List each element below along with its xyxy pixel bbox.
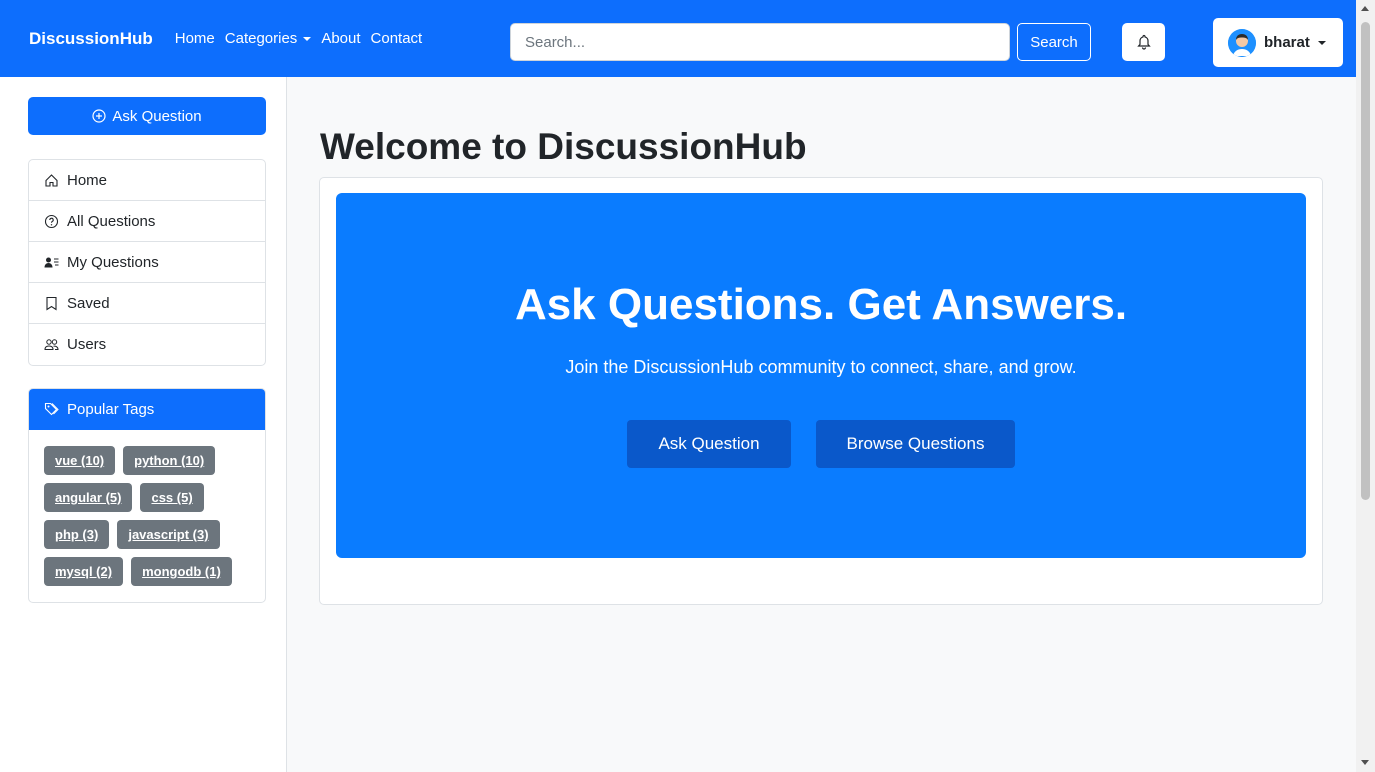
page-title: Welcome to DiscussionHub: [320, 126, 807, 167]
bell-icon: [1136, 34, 1151, 50]
hero-ask-question-button[interactable]: Ask Question: [627, 420, 791, 468]
popular-tags-card: Popular Tags vue (10) python (10) angula…: [28, 388, 266, 603]
sidebar-item-saved[interactable]: Saved: [29, 283, 265, 324]
tag-mysql[interactable]: mysql (2): [44, 557, 124, 586]
person-lines-icon: [44, 255, 59, 270]
sidebar-item-label: Saved: [67, 294, 110, 312]
nav-links: Home Categories About Contact: [175, 30, 422, 47]
popular-tags-title: Popular Tags: [67, 401, 155, 418]
scrollbar-thumb[interactable]: [1361, 22, 1370, 500]
user-menu-button[interactable]: bharat: [1213, 18, 1343, 67]
scroll-down-arrow-icon[interactable]: [1361, 760, 1369, 765]
ask-question-label: Ask Question: [112, 107, 202, 125]
browse-questions-button[interactable]: Browse Questions: [816, 420, 1015, 468]
tags-icon: [44, 402, 59, 417]
plus-circle-icon: [92, 109, 106, 123]
sidebar-item-all-questions[interactable]: All Questions: [29, 201, 265, 242]
question-circle-icon: [44, 214, 59, 229]
ask-question-button[interactable]: Ask Question: [28, 97, 266, 135]
nav-link-about[interactable]: About: [321, 30, 360, 47]
tag-mongodb[interactable]: mongodb (1): [131, 557, 232, 586]
sidebar-item-users[interactable]: Users: [29, 324, 265, 365]
sidebar-item-label: My Questions: [67, 253, 159, 271]
tag-javascript[interactable]: javascript (3): [117, 520, 220, 549]
sidebar-item-label: Users: [67, 336, 107, 353]
page-scrollbar[interactable]: [1356, 0, 1375, 772]
hero-banner: Ask Questions. Get Answers. Join the Dis…: [336, 193, 1306, 558]
tag-css[interactable]: css (5): [140, 483, 204, 512]
house-icon: [44, 173, 59, 188]
notifications-button[interactable]: [1122, 23, 1165, 61]
nav-link-home[interactable]: Home: [175, 30, 215, 47]
hero-title: Ask Questions. Get Answers.: [514, 280, 1128, 329]
chevron-down-icon: [1317, 40, 1326, 45]
tag-python[interactable]: python (10): [123, 446, 216, 475]
nav-link-categories-label: Categories: [224, 30, 298, 47]
tag-angular[interactable]: angular (5): [44, 483, 133, 512]
sidebar-menu: Home All Questions My Questions Saved Us…: [28, 159, 266, 366]
brand-logo[interactable]: DiscussionHub: [29, 29, 153, 49]
sidebar: Ask Question Home All Questions My Quest…: [0, 77, 287, 772]
nav-link-categories[interactable]: Categories: [225, 30, 312, 47]
sidebar-item-label: Home: [67, 171, 108, 189]
nav-link-contact[interactable]: Contact: [371, 30, 423, 47]
hero-subtitle: Join the DiscussionHub community to conn…: [565, 357, 1077, 377]
tag-vue[interactable]: vue (10): [44, 446, 116, 475]
sidebar-item-home[interactable]: Home: [29, 160, 265, 201]
scroll-up-arrow-icon[interactable]: [1361, 6, 1369, 11]
sidebar-item-my-questions[interactable]: My Questions: [29, 242, 265, 283]
popular-tags-header: Popular Tags: [29, 389, 265, 430]
search-button[interactable]: Search: [1017, 23, 1091, 61]
people-icon: [44, 337, 59, 352]
search-input[interactable]: Search...: [510, 23, 1010, 61]
tag-list: vue (10) python (10) angular (5) css (5)…: [29, 430, 265, 602]
tag-php[interactable]: php (3): [44, 520, 110, 549]
chevron-down-icon: [303, 36, 312, 41]
sidebar-item-label: All Questions: [67, 212, 156, 230]
user-name: bharat: [1264, 34, 1310, 51]
bookmark-icon: [44, 296, 59, 311]
avatar: [1228, 28, 1256, 57]
